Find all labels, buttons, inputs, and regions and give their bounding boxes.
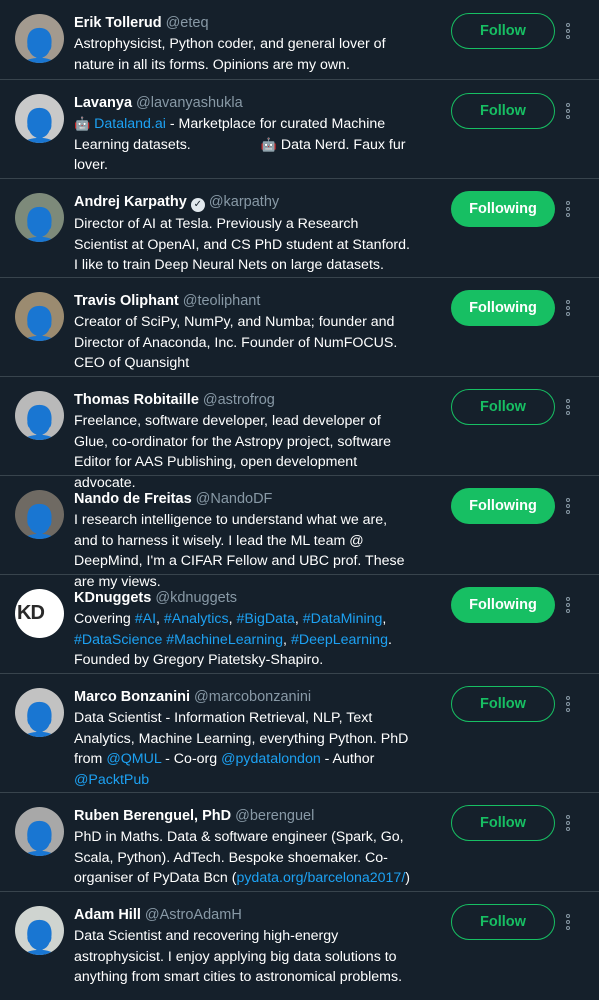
- list-item[interactable]: 👤 Andrej Karpathy ✓ @karpathy Director of …: [0, 179, 599, 278]
- user-list: 👤 Erik Tollerud @eteq Astrophysicist, Pyt…: [0, 0, 599, 997]
- user-info: Lavanya @lavanyashukla 🤖 Dataland.ai - Ma…: [74, 94, 414, 176]
- user-info: Travis Oliphant @teoliphant Creator of Sc…: [74, 292, 414, 374]
- hashtag-link[interactable]: #AI: [135, 611, 156, 627]
- mention-link[interactable]: @PacktPub: [74, 772, 149, 788]
- user-info: Ruben Berenguel, PhD @berenguel PhD in Ma…: [74, 807, 414, 889]
- hashtag-link[interactable]: #MachineLearning: [166, 632, 283, 648]
- following-button[interactable]: Following: [451, 488, 555, 524]
- robot-icon: 🤖: [260, 136, 277, 152]
- user-handle: @karpathy: [208, 194, 280, 210]
- list-item[interactable]: 👤 Marco Bonzanini @marcobonzanini Data Sc…: [0, 674, 599, 793]
- user-handle: @marcobonzanini: [194, 689, 312, 705]
- more-vertical-icon[interactable]: [561, 199, 575, 219]
- list-item[interactable]: 👤 Erik Tollerud @eteq Astrophysicist, Pyt…: [0, 0, 599, 80]
- user-handle: @kdnuggets: [155, 590, 237, 606]
- user-name[interactable]: Adam Hill: [74, 907, 141, 923]
- hashtag-link[interactable]: #DataMining: [303, 611, 383, 627]
- more-vertical-icon[interactable]: [561, 397, 575, 417]
- list-item[interactable]: KD KDnuggets @kdnuggets Covering #AI, #An…: [0, 575, 599, 674]
- follow-button[interactable]: Follow: [451, 13, 555, 49]
- verified-badge-icon: ✓: [190, 198, 205, 212]
- user-bio: Covering #AI, #Analytics, #BigData, #Dat…: [74, 611, 392, 668]
- more-vertical-icon[interactable]: [561, 694, 575, 714]
- avatar[interactable]: 👤: [15, 94, 64, 143]
- follow-button[interactable]: Follow: [451, 93, 555, 129]
- avatar[interactable]: 👤: [15, 688, 64, 737]
- list-item[interactable]: 👤 Thomas Robitaille @astrofrog Freelance,…: [0, 377, 599, 491]
- user-bio: Director of AI at Tesla. Previously a Re…: [74, 216, 410, 273]
- bio-text: Covering: [74, 611, 135, 627]
- list-item[interactable]: 👤 Ruben Berenguel, PhD @berenguel PhD in …: [0, 793, 599, 892]
- user-info: Andrej Karpathy ✓ @karpathy Director of AI…: [74, 193, 414, 276]
- user-bio: Data Scientist - Information Retrieval, …: [74, 708, 414, 790]
- hashtag-link[interactable]: #Analytics: [164, 611, 229, 627]
- following-button[interactable]: Following: [451, 290, 555, 326]
- following-button[interactable]: Following: [451, 191, 555, 227]
- avatar[interactable]: 👤: [15, 490, 64, 539]
- avatar[interactable]: 👤: [15, 391, 64, 440]
- more-vertical-icon[interactable]: [561, 912, 575, 932]
- more-vertical-icon[interactable]: [561, 21, 575, 41]
- user-handle: @NandoDF: [195, 491, 273, 507]
- following-button[interactable]: Following: [451, 587, 555, 623]
- list-item[interactable]: 👤 Travis Oliphant @teoliphant Creator of …: [0, 278, 599, 377]
- user-name[interactable]: Thomas Robitaille: [74, 392, 199, 408]
- bio-text: Founded by Gregory Piatetsky-Shapiro.: [74, 652, 324, 668]
- avatar[interactable]: 👤: [15, 193, 64, 242]
- follow-button[interactable]: Follow: [451, 805, 555, 841]
- user-name[interactable]: Marco Bonzanini: [74, 689, 190, 705]
- user-name[interactable]: Ruben Berenguel, PhD: [74, 808, 231, 824]
- user-info: Adam Hill @AstroAdamH Data Scientist and …: [74, 906, 414, 988]
- follow-button[interactable]: Follow: [451, 686, 555, 722]
- hashtag-link[interactable]: #DataScience: [74, 632, 162, 648]
- follow-button[interactable]: Follow: [451, 904, 555, 940]
- user-handle: @astrofrog: [202, 392, 275, 408]
- avatar-logo-text: KD: [17, 602, 45, 624]
- mention-link[interactable]: @pydatalondon: [221, 751, 321, 767]
- mention-link[interactable]: @QMUL: [106, 751, 161, 767]
- more-vertical-icon[interactable]: [561, 101, 575, 121]
- robot-icon: 🤖: [74, 116, 91, 131]
- bio-text: ): [405, 870, 410, 886]
- user-name[interactable]: Lavanya: [74, 95, 132, 111]
- bio-text: - Co-org: [161, 751, 222, 767]
- user-bio: Creator of SciPy, NumPy, and Numba; foun…: [74, 314, 398, 371]
- user-bio: 🤖 Dataland.ai - Marketplace for curated …: [74, 114, 414, 176]
- user-handle: @AstroAdamH: [144, 907, 242, 923]
- more-vertical-icon[interactable]: [561, 496, 575, 516]
- list-item[interactable]: 👤 Adam Hill @AstroAdamH Data Scientist an…: [0, 892, 599, 997]
- user-info: Marco Bonzanini @marcobonzanini Data Scie…: [74, 688, 414, 790]
- user-bio: Data Scientist and recovering high-energ…: [74, 928, 403, 985]
- avatar[interactable]: 👤: [15, 906, 64, 955]
- user-handle: @berenguel: [235, 808, 315, 824]
- list-item[interactable]: 👤 Nando de Freitas @NandoDF I research in…: [0, 476, 599, 590]
- more-vertical-icon[interactable]: [561, 813, 575, 833]
- user-name[interactable]: KDnuggets: [74, 590, 151, 606]
- more-vertical-icon[interactable]: [561, 595, 575, 615]
- list-item[interactable]: 👤 Lavanya @lavanyashukla 🤖 Dataland.ai - …: [0, 80, 599, 179]
- user-handle: @lavanyashukla: [136, 95, 243, 111]
- user-bio: PhD in Maths. Data & software engineer (…: [74, 827, 414, 889]
- user-name[interactable]: Travis Oliphant: [74, 293, 179, 309]
- user-info: KDnuggets @kdnuggets Covering #AI, #Analy…: [74, 589, 414, 671]
- more-vertical-icon[interactable]: [561, 298, 575, 318]
- user-name[interactable]: Nando de Freitas: [74, 491, 192, 507]
- hashtag-link[interactable]: #BigData: [236, 611, 294, 627]
- bio-link[interactable]: pydata.org/barcelona2017/: [236, 870, 405, 886]
- avatar[interactable]: 👤: [15, 14, 64, 63]
- user-name[interactable]: Andrej Karpathy: [74, 194, 187, 210]
- user-info: Erik Tollerud @eteq Astrophysicist, Pytho…: [74, 14, 414, 75]
- bio-link[interactable]: Dataland.ai: [94, 116, 166, 132]
- user-handle: @eteq: [165, 15, 209, 31]
- bio-text: - Author: [320, 751, 375, 767]
- avatar[interactable]: 👤: [15, 807, 64, 856]
- user-bio: Astrophysicist, Python coder, and genera…: [74, 36, 386, 73]
- hashtag-link[interactable]: #DeepLearning: [291, 632, 388, 648]
- user-name[interactable]: Erik Tollerud: [74, 15, 162, 31]
- avatar[interactable]: 👤: [15, 292, 64, 341]
- follow-button[interactable]: Follow: [451, 389, 555, 425]
- user-handle: @teoliphant: [182, 293, 261, 309]
- avatar[interactable]: KD: [15, 589, 64, 638]
